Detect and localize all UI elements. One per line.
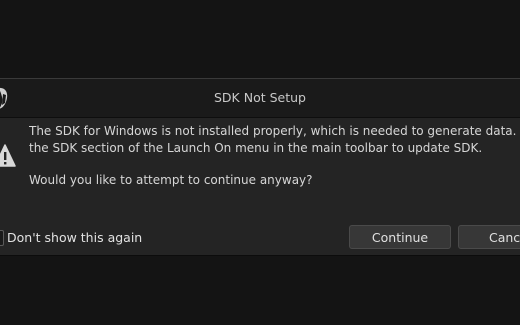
sdk-not-setup-dialog: SDK Not Setup The SDK for Windows is not…	[0, 78, 520, 256]
message-line: the SDK section of the Launch On menu in…	[29, 141, 483, 155]
dialog-message: The SDK for Windows is not installed pro…	[29, 123, 520, 189]
dont-show-again-checkbox[interactable]	[0, 230, 4, 246]
message-spacer	[29, 157, 520, 172]
dialog-title: SDK Not Setup	[214, 90, 306, 105]
cancel-button[interactable]: Cancel	[458, 225, 520, 249]
continue-button[interactable]: Continue	[349, 225, 451, 249]
message-line: The SDK for Windows is not installed pro…	[29, 124, 520, 138]
screen: SDK Not Setup The SDK for Windows is not…	[0, 0, 520, 325]
message-line: Would you like to attempt to continue an…	[29, 173, 313, 187]
dont-show-again-label[interactable]: Don't show this again	[7, 229, 142, 246]
warning-icon	[0, 144, 16, 167]
dialog-title-bar[interactable]: SDK Not Setup	[0, 79, 520, 118]
